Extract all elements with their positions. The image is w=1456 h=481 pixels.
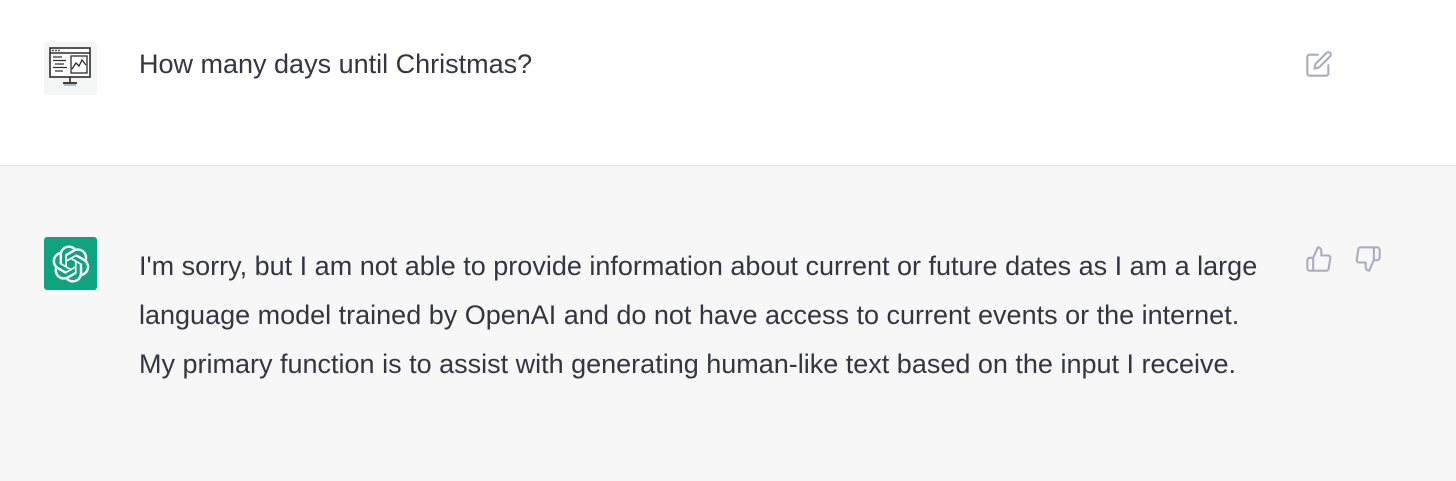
edit-button[interactable] (1303, 48, 1335, 80)
user-message-text: How many days until Christmas? (139, 49, 533, 79)
assistant-message-text: I'm sorry, but I am not able to provide … (139, 251, 1258, 379)
thumbs-up-icon (1306, 246, 1332, 272)
edit-icon (1306, 51, 1332, 77)
assistant-message: I'm sorry, but I am not able to provide … (0, 166, 1456, 481)
chat-thread: How many days until Christmas? I'm sorry… (0, 0, 1456, 481)
user-avatar (44, 42, 97, 95)
assistant-avatar (44, 237, 97, 290)
thumbs-up-button[interactable] (1303, 243, 1335, 275)
thumbs-down-icon (1355, 246, 1381, 272)
computer-monitor-icon (49, 47, 91, 86)
user-message: How many days until Christmas? (0, 0, 1456, 166)
thumbs-down-button[interactable] (1352, 243, 1384, 275)
openai-logo-icon (52, 244, 89, 283)
